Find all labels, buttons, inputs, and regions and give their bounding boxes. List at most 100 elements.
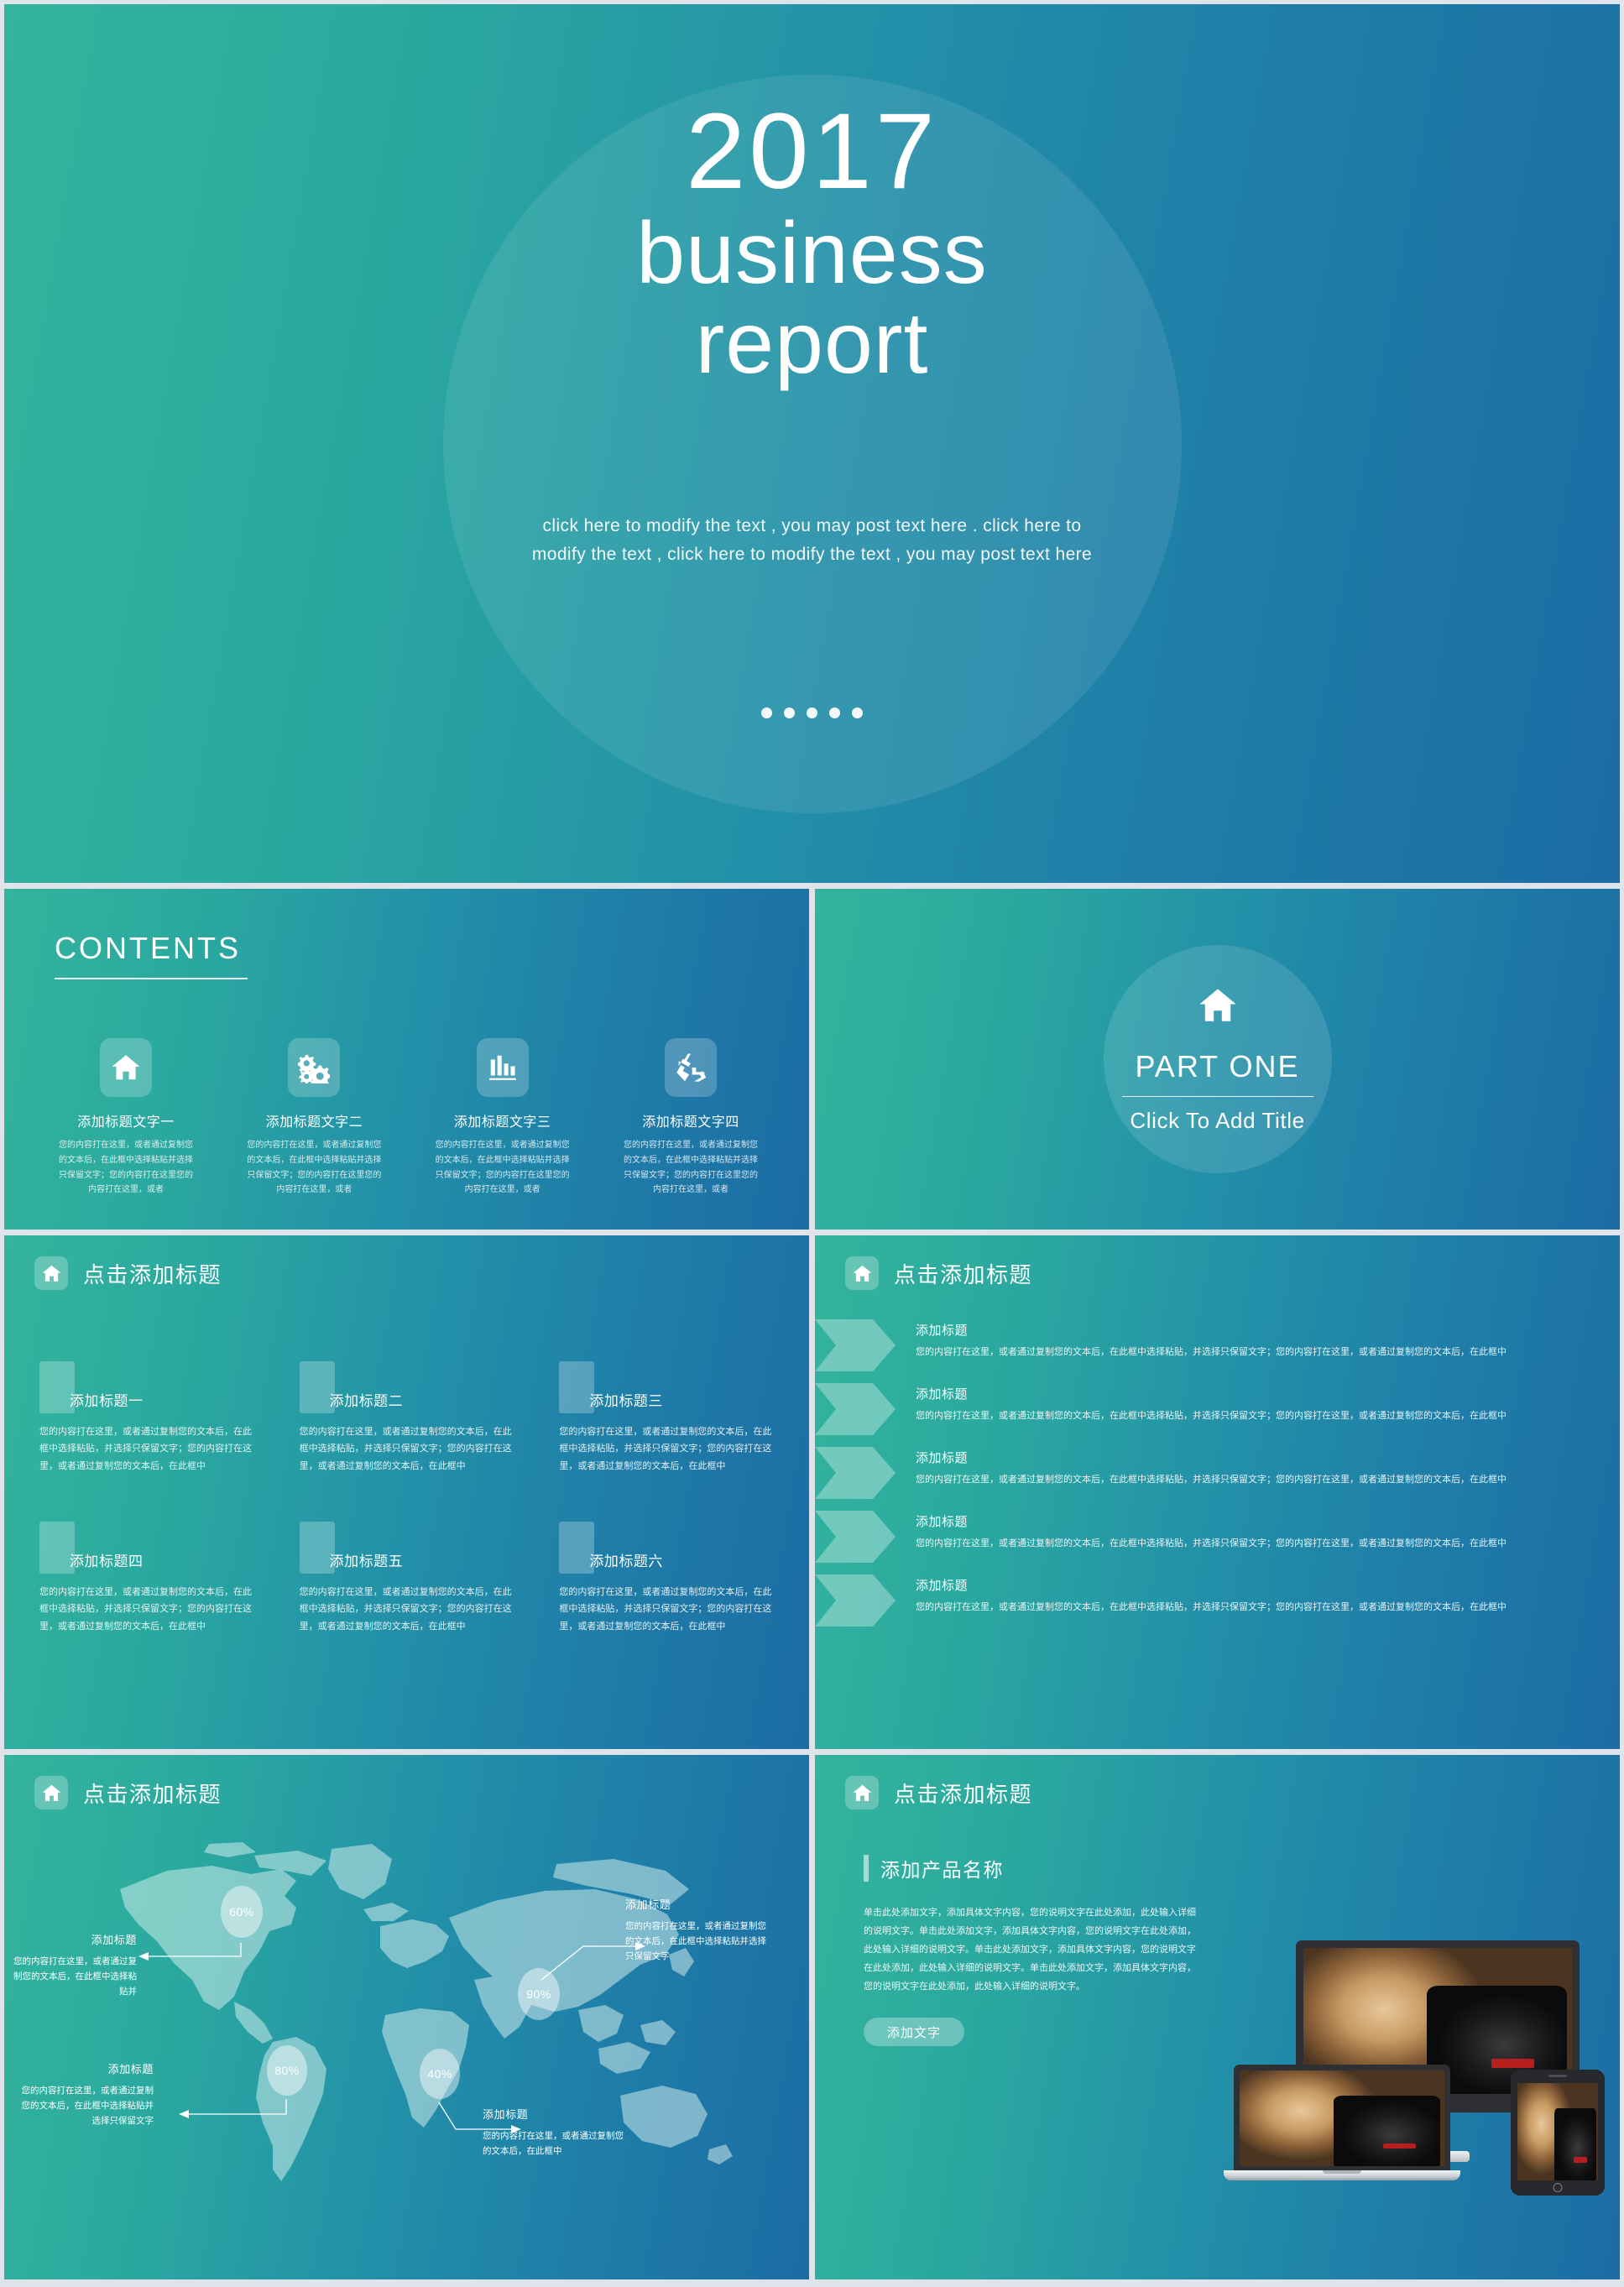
map-label-title: 添加标题	[483, 2108, 529, 2121]
slide-arrow-list: 点击添加标题 添加标题 您的内容打在这里，或者通过复制您的文本后，在此框中选择粘…	[815, 1235, 1620, 1749]
grid-item[interactable]: 添加标题四 您的内容打在这里，或者通过复制您的文本后，在此框中选择粘贴，并选择只…	[39, 1522, 261, 1635]
cover-word-report: report	[695, 295, 929, 392]
grid-item-title: 添加标题三	[589, 1393, 663, 1409]
grid-item[interactable]: 添加标题三 您的内容打在这里，或者通过复制您的文本后，在此框中选择粘贴，并选择只…	[559, 1361, 781, 1475]
map-label-body: 您的内容打在这里，或者通过复制您的文本后，在此框中	[483, 2131, 624, 2157]
map-label: 添加标题 您的内容打在这里，或者通过复制您的文本后，在此框中选择粘贴并选择只保留…	[625, 1896, 772, 1965]
grid-item-title: 添加标题四	[70, 1553, 144, 1570]
tablet-camera	[1548, 2075, 1567, 2077]
map-label-body: 您的内容打在这里，或者通过复制您的文本后，在此框中选择粘贴并选择只保留文字	[21, 2086, 154, 2127]
cover-dots	[4, 708, 1620, 718]
home-icon	[34, 1256, 68, 1290]
slide-header: 点击添加标题	[34, 1256, 222, 1290]
add-text-button[interactable]: 添加文字	[864, 2018, 964, 2046]
chevron-icon	[815, 1447, 896, 1499]
grid-item-body: 您的内容打在这里，或者通过复制您的文本后，在此框中选择粘贴，并选择只保留文字；您…	[39, 1427, 252, 1471]
arrow-item[interactable]: 添加标题 您的内容打在这里，或者通过复制您的文本后，在此框中选择粘贴，并选择只保…	[815, 1447, 1591, 1499]
section-underline	[1121, 1096, 1313, 1097]
grid-item-body: 您的内容打在这里，或者通过复制您的文本后，在此框中选择粘贴，并选择只保留文字；您…	[299, 1587, 512, 1632]
slide-header: 点击添加标题	[34, 1776, 222, 1809]
contents-card-body: 您的内容打在这里，或者通过复制您的文本后，在此框中选择粘贴并选择只保留文字；您的…	[623, 1141, 758, 1195]
map-label-title: 添加标题	[625, 1898, 671, 1911]
tablet-home-button	[1553, 2183, 1563, 2192]
grid-item-title: 添加标题二	[329, 1393, 404, 1409]
slide-product: 点击添加标题 添加产品名称 单击此处添加文字，添加具体文字内容，您的说明文字在此…	[815, 1755, 1620, 2279]
slide-six-grid: 点击添加标题 添加标题一 您的内容打在这里，或者通过复制您的文本后，在此框中选择…	[4, 1235, 809, 1749]
laptop-screen-photo	[1240, 2070, 1444, 2166]
laptop-mockup	[1224, 2065, 1460, 2182]
slide-world-map: 点击添加标题 60% 90% 80% 40% 添加标题 您的内容打在这里，或者通…	[4, 1755, 809, 2279]
arrow-item[interactable]: 添加标题 您的内容打在这里，或者通过复制您的文本后，在此框中选择粘贴，并选择只保…	[815, 1511, 1591, 1563]
grid-item-body: 您的内容打在这里，或者通过复制您的文本后，在此框中选择粘贴，并选择只保留文字；您…	[559, 1587, 772, 1632]
contents-card-title: 添加标题文字三	[453, 1115, 551, 1130]
arrow-item[interactable]: 添加标题 您的内容打在这里，或者通过复制您的文本后，在此框中选择粘贴，并选择只保…	[815, 1383, 1591, 1435]
map-label-body: 您的内容打在这里，或者通过复制您的文本后，在此框中选择粘贴并选择只保留文字	[625, 1921, 766, 1962]
grid-item-body: 您的内容打在这里，或者通过复制您的文本后，在此框中选择粘贴，并选择只保留文字；您…	[299, 1427, 512, 1471]
cover-subtitle: click here to modify the text , you may …	[531, 516, 1093, 565]
arrow-item-list: 添加标题 您的内容打在这里，或者通过复制您的文本后，在此框中选择粘贴，并选择只保…	[815, 1319, 1591, 1626]
home-icon	[815, 984, 1620, 1031]
tablet-screen-photo	[1517, 2083, 1598, 2180]
slide-title: 点击添加标题	[83, 1261, 222, 1287]
contents-underline	[55, 978, 248, 979]
gears-icon	[288, 1038, 341, 1097]
contents-card[interactable]: 添加标题文字一 您的内容打在这里，或者通过复制您的文本后，在此框中选择粘贴并选择…	[46, 1038, 206, 1198]
grid-item[interactable]: 添加标题一 您的内容打在这里，或者通过复制您的文本后，在此框中选择粘贴，并选择只…	[39, 1361, 261, 1475]
arrow-item-title: 添加标题	[916, 1515, 969, 1529]
map-label-title: 添加标题	[107, 2063, 154, 2076]
product-body: 单击此处添加文字，添加具体文字内容，您的说明文字在此处添加，此处输入详细的说明文…	[864, 1908, 1196, 1992]
device-mockups	[1220, 1937, 1615, 2273]
contents-header: CONTENTS	[55, 931, 248, 979]
contents-card-body: 您的内容打在这里，或者通过复制您的文本后，在此框中选择粘贴并选择只保留文字；您的…	[247, 1141, 382, 1195]
cover-dot	[807, 708, 817, 718]
arrow-item-title: 添加标题	[916, 1324, 969, 1338]
grid-item-list: 添加标题一 您的内容打在这里，或者通过复制您的文本后，在此框中选择粘贴，并选择只…	[39, 1361, 781, 1635]
map-label-body: 您的内容打在这里，或者通过复制您的文本后，在此框中选择粘贴并	[13, 1956, 137, 1997]
arrow-item[interactable]: 添加标题 您的内容打在这里，或者通过复制您的文本后，在此框中选择粘贴，并选择只保…	[815, 1319, 1591, 1371]
grid-item-body: 您的内容打在这里，或者通过复制您的文本后，在此框中选择粘贴，并选择只保留文字；您…	[39, 1587, 252, 1632]
cover-dot	[761, 708, 772, 718]
contents-card-title: 添加标题文字四	[642, 1115, 739, 1130]
slide-header: 点击添加标题	[845, 1256, 1032, 1290]
laptop-base	[1224, 2170, 1460, 2180]
product-title: 添加产品名称	[880, 1859, 1004, 1881]
cover-dot	[829, 708, 840, 718]
home-icon	[100, 1038, 152, 1097]
slide-cover: 2017 business report click here to modif…	[4, 4, 1620, 883]
contents-card-body: 您的内容打在这里，或者通过复制您的文本后，在此框中选择粘贴并选择只保留文字；您的…	[59, 1141, 193, 1195]
contents-card-body: 您的内容打在这里，或者通过复制您的文本后，在此框中选择粘贴并选择只保留文字；您的…	[435, 1141, 570, 1195]
grid-item[interactable]: 添加标题六 您的内容打在这里，或者通过复制您的文本后，在此框中选择粘贴，并选择只…	[559, 1522, 781, 1635]
contents-card[interactable]: 添加标题文字二 您的内容打在这里，或者通过复制您的文本后，在此框中选择粘贴并选择…	[234, 1038, 394, 1198]
contents-heading: CONTENTS	[55, 931, 241, 965]
recycle-icon	[664, 1038, 717, 1097]
product-title-accent-bar	[864, 1855, 869, 1882]
contents-card[interactable]: 添加标题文字三 您的内容打在这里，或者通过复制您的文本后，在此框中选择粘贴并选择…	[423, 1038, 582, 1198]
contents-card-title: 添加标题文字二	[265, 1115, 363, 1130]
arrow-item-body: 您的内容打在这里，或者通过复制您的文本后，在此框中选择粘贴，并选择只保留文字；您…	[916, 1411, 1507, 1421]
slide-contents: CONTENTS 添加标题文字一 您的内容打在这里，或者通过复制您的文本后，在此…	[4, 889, 809, 1230]
cover-word-business: business	[636, 205, 988, 302]
arrow-item-body: 您的内容打在这里，或者通过复制您的文本后，在此框中选择粘贴，并选择只保留文字；您…	[916, 1538, 1507, 1548]
map-label: 添加标题 您的内容打在这里，或者通过复制您的文本后，在此框中选择粘贴并选择只保留…	[19, 2060, 154, 2129]
arrow-item-title: 添加标题	[916, 1451, 969, 1465]
home-icon	[845, 1776, 879, 1809]
arrow-item[interactable]: 添加标题 您的内容打在这里，或者通过复制您的文本后，在此框中选择粘贴，并选择只保…	[815, 1574, 1591, 1626]
contents-card-list: 添加标题文字一 您的内容打在这里，或者通过复制您的文本后，在此框中选择粘贴并选择…	[46, 1038, 770, 1198]
contents-card[interactable]: 添加标题文字四 您的内容打在这里，或者通过复制您的文本后，在此框中选择粘贴并选择…	[611, 1038, 770, 1198]
home-icon	[845, 1256, 879, 1290]
grid-item[interactable]: 添加标题五 您的内容打在这里，或者通过复制您的文本后，在此框中选择粘贴，并选择只…	[299, 1522, 521, 1635]
map-label: 添加标题 您的内容打在这里，或者通过复制您的文本后，在此框中选择粘贴并	[9, 1931, 137, 2000]
grid-item-body: 您的内容打在这里，或者通过复制您的文本后，在此框中选择粘贴，并选择只保留文字；您…	[559, 1427, 772, 1471]
section-part-label: PART ONE	[1135, 1049, 1300, 1083]
slide-section-divider: PART ONE Click To Add Title	[815, 889, 1620, 1230]
grid-item[interactable]: 添加标题二 您的内容打在这里，或者通过复制您的文本后，在此框中选择粘贴，并选择只…	[299, 1361, 521, 1475]
chevron-icon	[815, 1319, 896, 1371]
bar-chart-icon	[476, 1038, 529, 1097]
section-subtitle: Click To Add Title	[1130, 1108, 1305, 1133]
chevron-icon	[815, 1511, 896, 1563]
home-icon	[34, 1776, 68, 1809]
arrow-item-body: 您的内容打在这里，或者通过复制您的文本后，在此框中选择粘贴，并选择只保留文字；您…	[916, 1347, 1507, 1357]
slide-deck: 2017 business report click here to modif…	[0, 0, 1624, 2287]
tablet-mockup	[1511, 2070, 1605, 2196]
slide-header: 点击添加标题	[845, 1776, 1032, 1809]
